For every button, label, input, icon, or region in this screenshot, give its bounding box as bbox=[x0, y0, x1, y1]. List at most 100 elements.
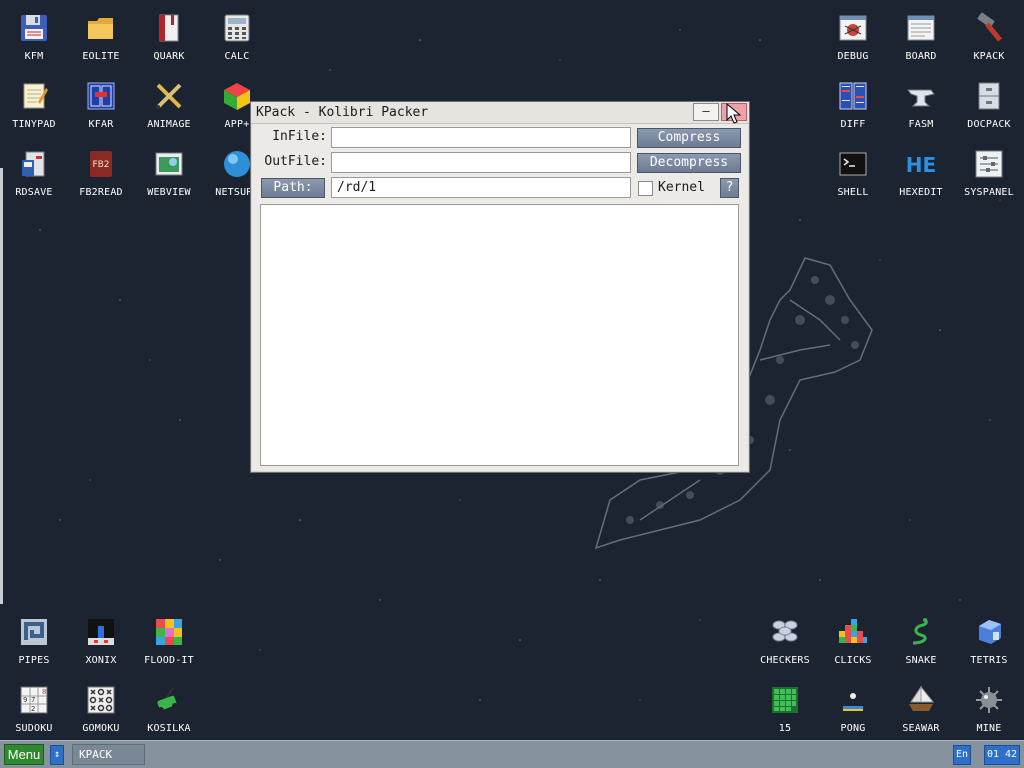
outfile-label: OutFile: bbox=[264, 154, 327, 169]
desktop-icon-seawar[interactable]: SEAWAR bbox=[887, 675, 955, 743]
kernel-checkbox[interactable] bbox=[638, 181, 653, 196]
desktop-icon-label: 15 bbox=[778, 723, 792, 734]
clock[interactable]: 01 42 bbox=[984, 745, 1020, 765]
desktop-icon-label: APP+ bbox=[224, 119, 250, 130]
desktop-icon-kfm[interactable]: KFM bbox=[0, 3, 68, 71]
desktop-icon-xonix[interactable]: XONIX bbox=[67, 607, 135, 675]
desktop-icon-shell[interactable]: SHELL bbox=[819, 139, 887, 207]
desktop-icon-label: HEXEDIT bbox=[899, 187, 943, 198]
pipes-icon bbox=[17, 615, 51, 649]
outfile-input[interactable] bbox=[331, 152, 631, 173]
hex-icon: HE bbox=[904, 147, 938, 181]
desktop-icon-label: DEBUG bbox=[837, 51, 869, 62]
desktop-icon-pipes[interactable]: PIPES bbox=[0, 607, 68, 675]
desktop-icon-label: PIPES bbox=[18, 655, 50, 666]
path-button[interactable]: Path: bbox=[261, 178, 325, 198]
bug-icon bbox=[836, 11, 870, 45]
hammer-icon bbox=[972, 11, 1006, 45]
blocks-icon bbox=[836, 615, 870, 649]
desktop-icon-15[interactable]: 15 bbox=[751, 675, 819, 743]
desktop-icon-label: XONIX bbox=[85, 655, 117, 666]
help-button[interactable]: ? bbox=[720, 178, 739, 198]
desktop-icon-snake[interactable]: SNAKE bbox=[887, 607, 955, 675]
compress-button[interactable]: Compress bbox=[637, 128, 741, 148]
desktop-icon-kfar[interactable]: KFAR bbox=[67, 71, 135, 139]
desktop-icon-label: CLICKS bbox=[834, 655, 872, 666]
minimize-button[interactable]: – bbox=[693, 103, 719, 121]
desktop-icon-label: SHELL bbox=[837, 187, 869, 198]
window-titlebar[interactable]: KPack - Kolibri Packer – bbox=[251, 102, 749, 124]
desktop-icon-tetris[interactable]: TETRIS bbox=[955, 607, 1023, 675]
desktop-icon-label: TETRIS bbox=[970, 655, 1008, 666]
desktop-icon-tinypad[interactable]: TINYPAD bbox=[0, 71, 68, 139]
desktop-icon-label: GOMOKU bbox=[82, 723, 120, 734]
desktop-icon-docpack[interactable]: DOCPACK bbox=[955, 71, 1023, 139]
desktop-icon-label: ANIMAGE bbox=[147, 119, 191, 130]
infile-input[interactable] bbox=[331, 127, 631, 148]
desktop-icon-calc[interactable]: CALC bbox=[203, 3, 271, 71]
message-board-icon bbox=[904, 11, 938, 45]
floppy-disk-icon bbox=[17, 11, 51, 45]
desktop-icon-label: SEAWAR bbox=[902, 723, 940, 734]
path-input[interactable] bbox=[331, 177, 631, 198]
desktop-icon-checkers[interactable]: CHECKERS bbox=[751, 607, 819, 675]
ship-icon bbox=[904, 683, 938, 717]
anvil-icon bbox=[904, 79, 938, 113]
desktop-icon-label: KFM bbox=[24, 51, 44, 62]
cabinet-icon bbox=[972, 79, 1006, 113]
desktop-icon-webview[interactable]: WEBVIEW bbox=[135, 139, 203, 207]
web-page-icon bbox=[152, 147, 186, 181]
desktop-icon-hexedit[interactable]: HE HEXEDIT bbox=[887, 139, 955, 207]
kpack-window: KPack - Kolibri Packer – InFile: Compres… bbox=[250, 101, 750, 473]
desktop-icon-label: WEBVIEW bbox=[147, 187, 191, 198]
desktop-icon-label: SNAKE bbox=[905, 655, 937, 666]
fb2-book-icon: FB2 bbox=[84, 147, 118, 181]
terminal-icon bbox=[836, 147, 870, 181]
desktop-icon-animage[interactable]: ANIMAGE bbox=[135, 71, 203, 139]
desktop-icon-pong[interactable]: PONG bbox=[819, 675, 887, 743]
desktop-icon-label: CHECKERS bbox=[760, 655, 810, 666]
desktop-icon-sudoku[interactable]: 8 972 SUDOKU bbox=[0, 675, 68, 743]
file-manager-icon bbox=[84, 79, 118, 113]
mine-icon bbox=[972, 683, 1006, 717]
desktop-icon-kosilka[interactable]: KOSILKA bbox=[135, 675, 203, 743]
desktop-icon-rdsave[interactable]: RDSAVE bbox=[0, 139, 68, 207]
menu-button[interactable]: Menu bbox=[4, 744, 44, 765]
diff-icon bbox=[836, 79, 870, 113]
taskbar: Menu ↕ KPACK En 01 42 bbox=[0, 740, 1024, 768]
switch-windows-icon[interactable]: ↕ bbox=[50, 745, 64, 765]
book-icon bbox=[152, 11, 186, 45]
desktop-icon-syspanel[interactable]: SYSPANEL bbox=[955, 139, 1023, 207]
lawnmower-icon bbox=[152, 683, 186, 717]
desktop-icon-fasm[interactable]: FASM bbox=[887, 71, 955, 139]
desktop-icon-label: DOCPACK bbox=[967, 119, 1011, 130]
desktop-icon-eolite[interactable]: EOLITE bbox=[67, 3, 135, 71]
desktop-icon-flood-it[interactable]: FLOOD-IT bbox=[135, 607, 203, 675]
output-log-area[interactable] bbox=[260, 204, 739, 466]
calculator-icon bbox=[220, 11, 254, 45]
desktop-icon-mine[interactable]: MINE bbox=[955, 675, 1023, 743]
taskbar-item-kpack[interactable]: KPACK bbox=[72, 744, 145, 765]
language-indicator[interactable]: En bbox=[953, 745, 971, 765]
desktop-icon-diff[interactable]: DIFF bbox=[819, 71, 887, 139]
desktop-icon-label: FLOOD-IT bbox=[144, 655, 194, 666]
sudoku-icon: 8 972 bbox=[17, 683, 51, 717]
decompress-button[interactable]: Decompress bbox=[637, 153, 741, 173]
desktop-icon-debug[interactable]: DEBUG bbox=[819, 3, 887, 71]
desktop-icon-clicks[interactable]: CLICKS bbox=[819, 607, 887, 675]
desktop-icon-kpack[interactable]: KPACK bbox=[955, 3, 1023, 71]
desktop-icon-label: MINE bbox=[976, 723, 1002, 734]
desktop-icon-board[interactable]: BOARD bbox=[887, 3, 955, 71]
svg-text:9: 9 bbox=[23, 696, 27, 704]
desktop-icon-label: SYSPANEL bbox=[964, 187, 1014, 198]
svg-text:2: 2 bbox=[31, 705, 35, 713]
desktop-icon-label: PONG bbox=[840, 723, 866, 734]
desktop-icon-quark[interactable]: QUARK bbox=[135, 3, 203, 71]
svg-text:FB2: FB2 bbox=[92, 160, 109, 170]
desktop-icon-label: KFAR bbox=[88, 119, 114, 130]
svg-text:HE: HE bbox=[906, 153, 936, 177]
desktop-icon-gomoku[interactable]: GOMOKU bbox=[67, 675, 135, 743]
left-screen-edge bbox=[0, 168, 3, 604]
desktop-icon-fb2read[interactable]: FB2 FB2READ bbox=[67, 139, 135, 207]
desktop-icon-label: SUDOKU bbox=[15, 723, 53, 734]
